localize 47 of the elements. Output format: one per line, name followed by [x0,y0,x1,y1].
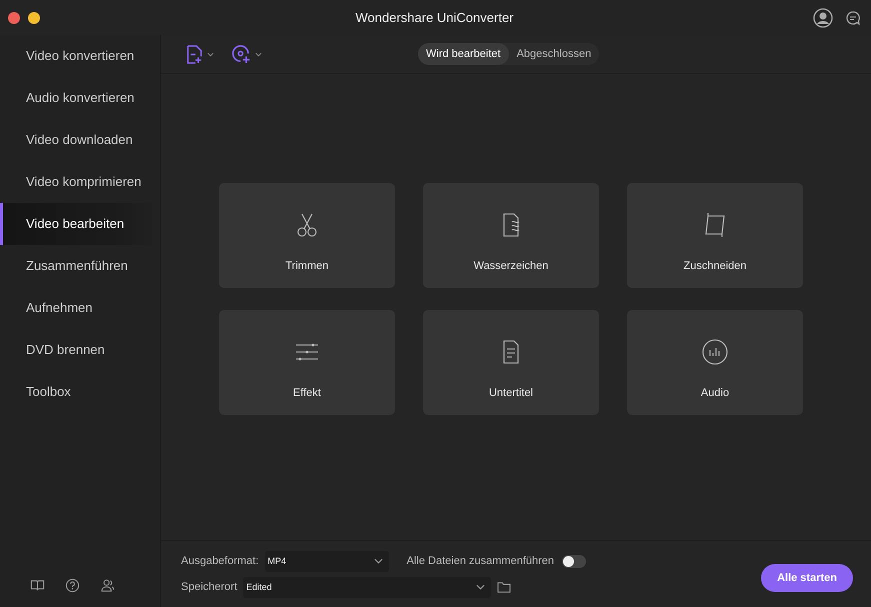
caret-icon [207,52,214,56]
minimize-window-button[interactable] [28,12,40,24]
output-format-label: Ausgabeformat: [181,555,259,567]
folder-icon[interactable] [497,581,512,593]
sidebar-item[interactable]: Audio konvertieren [0,77,160,119]
tool-card[interactable]: Effekt [219,310,395,414]
chevron-icon [374,558,383,564]
audio-wave-icon [701,338,729,366]
save-location-dropdown[interactable]: Edited [243,576,492,598]
add-file-button[interactable] [186,44,214,64]
file-add-icon [186,44,203,64]
window-title: Wondershare UniConverter [354,10,514,25]
merge-files-label: Alle Dateien zusammenführen [406,555,554,567]
disc-add-icon [232,44,251,64]
tab[interactable]: Wird bearbeitet [418,43,509,65]
tool-label: Trimmen [286,260,328,272]
sidebar-item[interactable]: Aufnehmen [0,287,160,329]
tool-card[interactable]: Untertitel [423,310,599,414]
sidebar-item[interactable]: DVD brennen [0,329,160,371]
chat-icon[interactable] [845,10,861,26]
sidebar-item[interactable]: Video komprimieren [0,161,160,203]
tool-label: Audio [700,386,730,398]
tool-label: Untertitel [488,386,534,398]
tool-label: Effekt [293,386,321,398]
sidebar-item[interactable]: Toolbox [0,371,160,413]
chevron-icon [476,584,486,590]
close-window-button[interactable] [8,12,20,24]
start-all-button[interactable]: Alle starten [761,564,853,592]
output-format-dropdown[interactable]: MP4 [264,550,389,572]
tool-card[interactable]: Audio [627,310,803,414]
book-icon[interactable] [30,578,45,593]
help-icon[interactable] [65,578,80,593]
caret-icon [255,52,262,56]
save-location-label: Speicherort [181,581,238,593]
tool-card[interactable]: Wasserzeichen [423,182,599,288]
tool-label: Zuschneiden [684,260,746,272]
account-icon[interactable] [813,8,833,28]
tool-label: Wasserzeichen [474,260,548,272]
sidebar-item[interactable]: Zusammenführen [0,245,160,287]
sidebar-item[interactable]: Video downloaden [0,119,160,161]
sidebar-item[interactable]: Video konvertieren [0,35,160,77]
users-icon[interactable] [100,578,115,593]
tool-card[interactable]: Trimmen [219,182,395,288]
tab[interactable]: Abgeschlossen [508,43,600,65]
merge-toggle[interactable] [562,554,586,568]
add-disc-button[interactable] [232,44,262,64]
tool-card[interactable]: Zuschneiden [627,182,803,288]
